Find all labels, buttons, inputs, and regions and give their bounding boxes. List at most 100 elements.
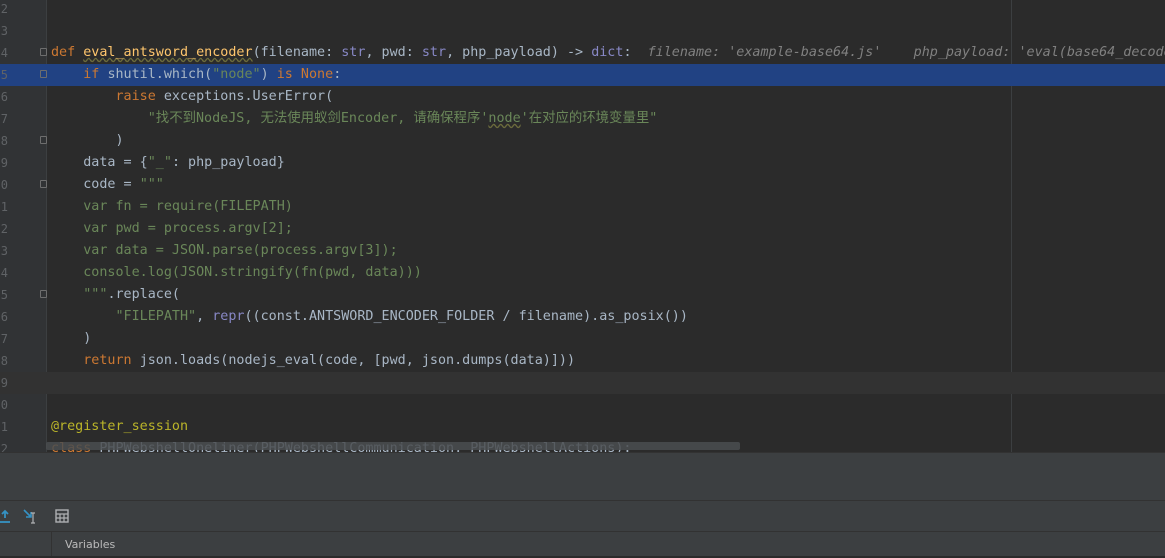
code-line[interactable]: 6 "FILEPATH", repr((const.ANTSWORD_ENCOD… (0, 306, 1165, 328)
code-token: filename: 'example-base64.js' php_payloa… (647, 45, 1165, 60)
code-line[interactable]: 4 console.log(JSON.stringify(fn(pwd, dat… (0, 262, 1165, 284)
code-line[interactable]: 4 def eval_antsword_encoder(filename: str… (0, 42, 1165, 64)
code-token: console.log(JSON.stringify(fn(pwd, data)… (51, 265, 422, 280)
code-token: var pwd = process.argv[2]; (51, 221, 293, 236)
horizontal-scrollbar[interactable] (46, 442, 740, 450)
code-text: if shutil.which("node") is None: (51, 64, 341, 86)
line-number: 7 (0, 112, 8, 126)
evaluate-table-icon[interactable] (53, 507, 71, 525)
code-line[interactable]: 0 code = """ (0, 174, 1165, 196)
code-token: json.loads(nodejs_eval(code, [pwd, json.… (139, 353, 576, 368)
line-number: 0 (0, 178, 8, 192)
line-number: 8 (0, 134, 8, 148)
code-token: data = { (51, 155, 148, 170)
code-token: , pwd: (365, 45, 422, 60)
code-line[interactable]: 2 (0, 0, 1165, 20)
line-number: 3 (0, 244, 8, 258)
code-line[interactable]: 9 (0, 372, 1165, 394)
fold-marker-icon[interactable] (40, 180, 47, 188)
step-out-icon[interactable] (0, 507, 18, 525)
code-text: @register_session (51, 416, 188, 438)
debug-toolbar (0, 500, 1165, 531)
code-token: eval_antsword_encoder (83, 45, 253, 60)
fold-marker-icon[interactable] (40, 290, 47, 298)
code-line[interactable]: 0 (0, 394, 1165, 416)
line-number: 5 (0, 288, 8, 302)
run-to-cursor-icon[interactable] (22, 507, 40, 525)
line-number: 4 (0, 46, 8, 60)
code-token: "找不到NodeJS, 无法使用蚁剑Encoder, 请确保程序' (147, 111, 489, 126)
line-number: 2 (0, 2, 8, 16)
line-number: 1 (0, 420, 8, 434)
code-token: var fn = require(FILEPATH) (51, 199, 293, 214)
code-text: data = {"_": php_payload} (51, 152, 285, 174)
code-token: raise (115, 89, 164, 104)
frames-column (0, 532, 52, 556)
code-text: """.replace( (51, 284, 180, 306)
line-number: 6 (0, 90, 8, 104)
line-number: 4 (0, 266, 8, 280)
code-text: "找不到NodeJS, 无法使用蚁剑Encoder, 请确保程序'node'在对… (51, 108, 658, 130)
line-number: 0 (0, 398, 8, 412)
code-line[interactable]: 1 var fn = require(FILEPATH) (0, 196, 1165, 218)
code-line[interactable]: 7 ) (0, 328, 1165, 350)
code-text: ) (51, 130, 124, 152)
code-token: : (333, 67, 342, 82)
code-editor[interactable]: 2 3 4 def eval_antsword_encoder(filename: s… (0, 0, 1165, 452)
code-token: : (623, 45, 648, 60)
code-line[interactable]: 5 """.replace( (0, 284, 1165, 306)
code-token: : php_payload} (171, 155, 285, 170)
code-line[interactable]: 6 raise exceptions.UserError( (0, 86, 1165, 108)
code-line[interactable]: 3 var data = JSON.parse(process.argv[3])… (0, 240, 1165, 262)
line-number: 5 (0, 68, 8, 82)
code-token: @register_session (51, 419, 189, 434)
code-token: if (83, 67, 108, 82)
code-token: "FILEPATH" (115, 309, 197, 324)
code-token: repr (212, 309, 245, 324)
code-line[interactable]: 2 var pwd = process.argv[2]; (0, 218, 1165, 240)
code-text: ) (51, 328, 91, 350)
code-token: ) (51, 331, 92, 346)
code-token: '在对应的环境变量里" (520, 111, 658, 126)
fold-marker-icon[interactable] (40, 48, 47, 56)
code-text: var fn = require(FILEPATH) (51, 196, 293, 218)
variables-title: Variables (65, 538, 116, 551)
code-token: dict (591, 45, 624, 60)
code-line[interactable]: 8 return json.loads(nodejs_eval(code, [p… (0, 350, 1165, 372)
code-line[interactable]: 1 @register_session (0, 416, 1165, 438)
code-token: ) (260, 67, 277, 82)
line-number: 1 (0, 200, 8, 214)
code-text: code = """ (51, 174, 164, 196)
code-token: shutil.which( (107, 67, 213, 82)
code-line[interactable]: 7 "找不到NodeJS, 无法使用蚁剑Encoder, 请确保程序'node'… (0, 108, 1165, 130)
code-token: exceptions.UserError( (163, 89, 334, 104)
line-number: 9 (0, 376, 8, 390)
code-token: "_" (147, 155, 172, 170)
code-line[interactable]: 9 data = {"_": php_payload} (0, 152, 1165, 174)
fold-marker-icon[interactable] (40, 136, 47, 144)
code-token: , (196, 309, 213, 324)
line-number: 7 (0, 332, 8, 346)
code-line[interactable]: 5 if shutil.which("node") is None: (0, 64, 1165, 86)
code-text: var pwd = process.argv[2]; (51, 218, 293, 240)
code-text: console.log(JSON.stringify(fn(pwd, data)… (51, 262, 422, 284)
line-number: 6 (0, 310, 8, 324)
line-number: 2 (0, 222, 8, 236)
code-token: , php_payload) -> (446, 45, 592, 60)
code-token: node (488, 111, 521, 126)
code-text: raise exceptions.UserError( (51, 86, 334, 108)
code-token: return (83, 353, 140, 368)
line-number: 8 (0, 354, 8, 368)
code-line[interactable]: 3 (0, 20, 1165, 42)
code-token: ) (51, 133, 124, 148)
code-token: .replace( (107, 287, 180, 302)
fold-marker-icon[interactable] (40, 70, 47, 78)
code-text: return json.loads(nodejs_eval(code, [pwd… (51, 350, 575, 372)
code-text: def eval_antsword_encoder(filename: str,… (51, 42, 1165, 64)
code-line[interactable]: 8 ) (0, 130, 1165, 152)
